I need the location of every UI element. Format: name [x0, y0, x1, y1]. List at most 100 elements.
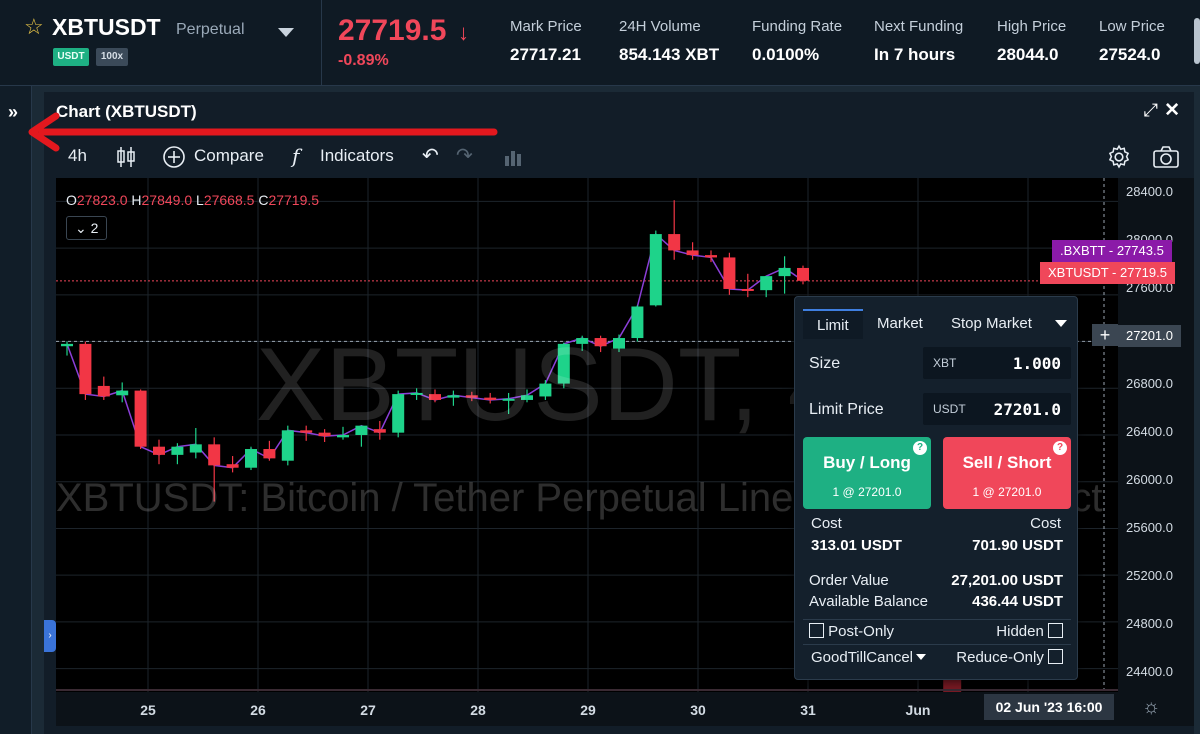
ticker-scrollbar[interactable]	[1194, 18, 1200, 64]
candle-body	[97, 385, 110, 397]
date-tick: 25	[140, 702, 156, 718]
symbol-name: XBTUSDT	[52, 14, 161, 40]
contract-type: Perpetual	[176, 21, 245, 38]
sell-short-button[interactable]: Sell / Short 1 @ 27201.0 ?	[943, 437, 1071, 509]
candle-body	[61, 343, 73, 347]
expand-sidebar-icon[interactable]: »	[8, 102, 18, 123]
candle-body	[723, 257, 736, 289]
candle-body	[153, 446, 165, 455]
stat-mark-price: Mark Price 27717.21	[510, 18, 582, 65]
candle-body	[171, 446, 184, 455]
limit-price-input[interactable]: USDT 27201.0	[923, 393, 1071, 425]
ohlc-high: 27849.0	[141, 192, 193, 208]
stat-label: Next Funding	[874, 18, 964, 35]
tab-limit[interactable]: Limit	[803, 309, 863, 339]
bar-chart-icon	[504, 136, 522, 176]
stat-24h-volume: 24H Volume 854.143 XBT	[619, 18, 719, 65]
candle-body	[649, 234, 662, 306]
time-in-force-select[interactable]: GoodTillCancel	[811, 649, 926, 666]
price-value: 27201.0	[993, 400, 1061, 419]
date-tick: 27	[360, 702, 376, 718]
balance-label: Available Balance	[809, 593, 928, 610]
size-unit: XBT	[933, 356, 957, 370]
close-icon[interactable]: ✕	[1164, 99, 1180, 122]
hidden-checkbox[interactable]	[1048, 623, 1063, 638]
side-panel-toggle[interactable]: ›	[44, 620, 56, 652]
symbol-selector[interactable]: ☆ XBTUSDT Perpetual USDT 100x	[0, 0, 322, 86]
tif-value: GoodTillCancel	[811, 649, 913, 666]
candle-body	[245, 449, 257, 468]
reduce-only-label: Reduce-Only	[956, 649, 1044, 666]
buy-cost: 313.01 USDT	[811, 537, 902, 554]
stat-funding-rate: Funding Rate 0.0100%	[752, 18, 842, 65]
favorite-star-icon[interactable]: ☆	[24, 14, 44, 40]
size-input[interactable]: XBT 1.000	[923, 347, 1071, 379]
stat-label: 24H Volume	[619, 18, 701, 35]
camera-icon[interactable]	[1152, 136, 1180, 176]
index-price-tag: .BXBTT - 27743.5	[1052, 240, 1172, 262]
date-tick: 30	[690, 702, 706, 718]
price-unit: USDT	[933, 402, 966, 416]
stat-value: In 7 hours	[874, 45, 956, 64]
price-tick: 26800.0	[1126, 376, 1173, 391]
ohlc-open: 27823.0	[76, 192, 128, 208]
tab-stop-market[interactable]: Stop Market	[951, 309, 1032, 339]
divider	[803, 644, 1071, 645]
date-tick: 29	[580, 702, 596, 718]
gear-icon[interactable]	[1106, 136, 1132, 176]
candle-body	[668, 234, 681, 251]
candle-body	[741, 288, 754, 291]
ohlc-legend: O27823.0 H27849.0 L27668.5 C27719.5	[66, 192, 320, 208]
stat-label: Funding Rate	[752, 18, 843, 35]
indicator-collapse-button[interactable]: ⌄ 2	[66, 216, 108, 240]
indicator-count: 2	[90, 220, 99, 236]
hidden-option[interactable]: Hidden	[996, 623, 1063, 640]
help-icon[interactable]: ?	[913, 441, 927, 455]
stat-value: 0.0100%	[752, 45, 820, 64]
post-only-option[interactable]: Post-Only	[809, 623, 894, 640]
limit-price-label: Limit Price	[809, 401, 884, 418]
candle-body	[189, 444, 202, 453]
buy-label: Buy / Long	[823, 453, 911, 472]
price-tick: 25200.0	[1126, 568, 1173, 583]
axis-corner: ☼	[1118, 692, 1194, 726]
chevron-down-icon	[916, 654, 926, 660]
post-only-label: Post-Only	[828, 623, 895, 640]
crosshair-date-tag: 02 Jun '23 16:00	[984, 694, 1114, 720]
stat-value: 27524.0	[1099, 45, 1161, 64]
candle-body	[79, 343, 92, 395]
date-tick: Jun	[905, 702, 931, 718]
chevron-down-icon[interactable]	[1055, 320, 1067, 327]
ohlc-low: 27668.5	[203, 192, 255, 208]
stat-value: 27717.21	[510, 45, 581, 64]
currency-badge: USDT	[53, 48, 89, 66]
sell-cost: 701.90 USDT	[972, 537, 1063, 554]
candle-body	[116, 390, 129, 396]
chevron-down-icon[interactable]	[278, 28, 294, 37]
order-value: 27,201.00 USDT	[951, 572, 1063, 589]
help-icon[interactable]: ?	[1053, 441, 1067, 455]
buy-sub: 1 @ 27201.0	[832, 485, 902, 499]
buy-long-button[interactable]: Buy / Long 1 @ 27201.0 ?	[803, 437, 931, 509]
reduce-only-checkbox[interactable]	[1048, 649, 1063, 664]
maximize-icon[interactable]: ⤢	[1144, 100, 1158, 121]
post-only-checkbox[interactable]	[809, 623, 824, 638]
date-tick: 28	[470, 702, 486, 718]
order-form: Limit Market Stop Market Size XBT 1.000 …	[794, 296, 1078, 680]
last-price: 27719.5	[338, 14, 447, 47]
stat-low-price: Low Price 27524.0	[1099, 18, 1165, 65]
order-value-label: Order Value	[809, 572, 889, 589]
leverage-badge: 100x	[96, 48, 128, 66]
time-axis[interactable]: 25 26 27 28 29 30 31 Jun	[56, 692, 1118, 726]
stat-value: 28044.0	[997, 45, 1059, 64]
sell-sub: 1 @ 27201.0	[972, 485, 1042, 499]
annotation-arrow-icon	[28, 112, 498, 152]
sell-label: Sell / Short	[962, 453, 1052, 472]
hidden-label: Hidden	[996, 623, 1044, 640]
crosshair-add-icon[interactable]: +	[1092, 324, 1118, 346]
gear-icon[interactable]: ☼	[1142, 696, 1160, 719]
tab-market[interactable]: Market	[877, 309, 923, 339]
price-tick: 24800.0	[1126, 616, 1173, 631]
candle-body	[797, 267, 809, 281]
reduce-only-option[interactable]: Reduce-Only	[956, 649, 1063, 666]
